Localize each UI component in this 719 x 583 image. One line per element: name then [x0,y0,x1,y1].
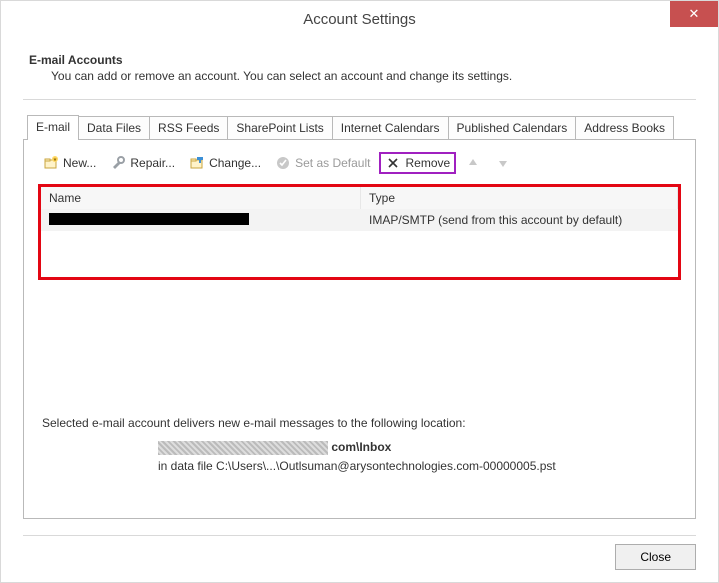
account-name-cell [41,210,361,231]
delivery-folder-suffix: com\Inbox [331,440,391,454]
arrow-up-icon [465,155,481,171]
tab-sharepoint-lists[interactable]: SharePoint Lists [227,116,332,139]
delivery-data-file: in data file C:\Users\...\Outlsuman@arys… [158,459,681,473]
delivery-location: com\Inbox in data file C:\Users\...\Outl… [158,440,681,473]
list-empty-space [41,231,678,277]
dialog-footer: Close [615,544,696,570]
tab-published-calendars[interactable]: Published Calendars [448,116,577,139]
repair-label: Repair... [130,156,175,170]
titlebar: Account Settings ✕ [1,1,718,37]
repair-icon [110,155,126,171]
tab-rss-feeds[interactable]: RSS Feeds [149,116,228,139]
window-title: Account Settings [303,11,416,28]
window-close-button[interactable]: ✕ [670,1,718,27]
account-settings-dialog: Account Settings ✕ E-mail Accounts You c… [0,0,719,583]
section-heading: E-mail Accounts [29,53,696,67]
delivery-intro: Selected e-mail account delivers new e-m… [42,416,681,430]
tab-email[interactable]: E-mail [27,115,79,140]
remove-icon [385,155,401,171]
section-subtext: You can add or remove an account. You ca… [51,69,696,83]
divider [23,99,696,100]
repair-account-button[interactable]: Repair... [105,152,180,174]
check-circle-icon [275,155,291,171]
redacted-account-name [49,213,249,225]
new-icon: ★ [43,155,59,171]
tab-panel-email: ★ New... Repair... Change... [23,139,696,519]
col-header-type[interactable]: Type [361,187,678,209]
new-label: New... [63,156,96,170]
change-account-button[interactable]: Change... [184,152,266,174]
new-account-button[interactable]: ★ New... [38,152,101,174]
tab-address-books[interactable]: Address Books [575,116,674,139]
account-type-cell: IMAP/SMTP (send from this account by def… [361,210,678,230]
set-default-button: Set as Default [270,152,375,174]
tab-internet-calendars[interactable]: Internet Calendars [332,116,449,139]
account-row[interactable]: IMAP/SMTP (send from this account by def… [41,209,678,231]
col-header-name[interactable]: Name [41,187,361,209]
arrow-down-icon [495,155,511,171]
accounts-list[interactable]: Name Type IMAP/SMTP (send from this acco… [38,184,681,280]
close-button[interactable]: Close [615,544,696,570]
footer-divider [23,535,696,536]
content-area: E-mail Accounts You can add or remove an… [1,37,718,519]
change-icon [189,155,205,171]
change-label: Change... [209,156,261,170]
list-header: Name Type [41,187,678,209]
accounts-toolbar: ★ New... Repair... Change... [38,152,681,174]
tab-data-files[interactable]: Data Files [78,116,150,139]
set-default-label: Set as Default [295,156,370,170]
move-down-button [490,152,516,174]
close-icon: ✕ [689,6,700,22]
remove-label: Remove [405,156,450,170]
redacted-location-prefix [158,441,328,455]
move-up-button [460,152,486,174]
svg-text:★: ★ [53,157,58,163]
remove-account-button[interactable]: Remove [379,152,456,174]
tabstrip: E-mail Data Files RSS Feeds SharePoint L… [27,114,696,139]
